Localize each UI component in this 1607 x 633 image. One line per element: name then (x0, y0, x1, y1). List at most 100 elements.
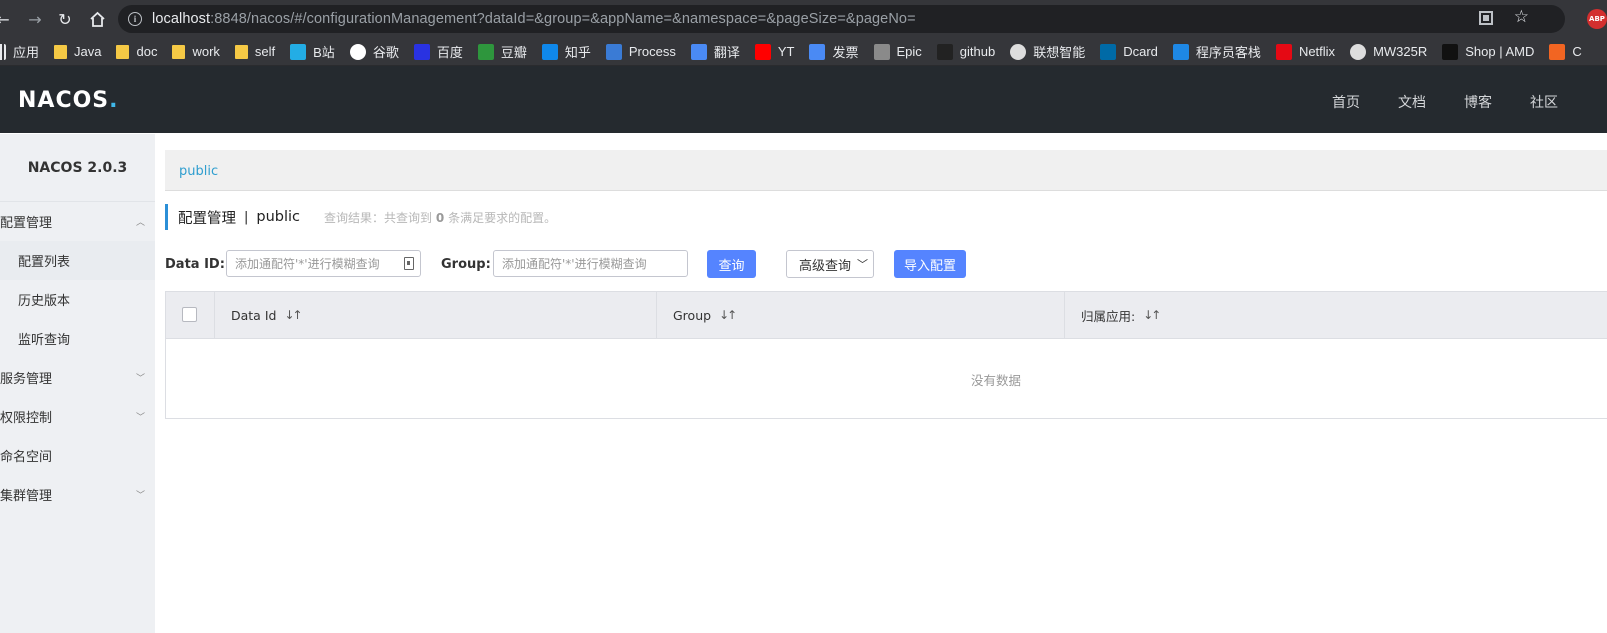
sort-icon[interactable]: ↓↑ (719, 308, 737, 322)
config-table: Data Id ↓↑ Group ↓↑ 归属应用: ↓↑ 没有数据 (165, 291, 1607, 419)
adblock-plus-icon[interactable]: ABP (1587, 9, 1607, 29)
site-info-icon[interactable]: i (128, 12, 142, 26)
nav-community[interactable]: 社区 (1530, 92, 1558, 112)
bookmark-label: 联想智能 (1033, 45, 1086, 60)
bookmark-item[interactable]: Epic (873, 43, 922, 60)
bookmark-item[interactable]: 翻译 (690, 42, 740, 61)
menu-namespace[interactable]: 命名空间 (0, 436, 155, 475)
url-text[interactable]: localhost:8848/nacos/#/configurationMana… (152, 11, 916, 27)
main-area: NACOS 2.0.3 配置管理 ︿ 配置列表 历史版本 监听查询 服务管理 ﹀… (0, 134, 1607, 633)
menu-config-list[interactable]: 配置列表 (0, 241, 155, 280)
bookmark-label: 程序员客栈 (1195, 45, 1261, 60)
forward-arrow-icon[interactable]: → (24, 8, 46, 30)
column-header-group[interactable]: Group ↓↑ (658, 292, 737, 338)
namespace-public-link[interactable]: public (179, 164, 218, 179)
logo-dot: . (109, 88, 119, 113)
bookmark-star-icon[interactable]: ☆ (1514, 7, 1529, 27)
zhihu-icon (541, 43, 558, 60)
github-icon (936, 43, 953, 60)
content-area: public 配置管理 | public 查询结果：共查询到 0 条满足要求的配… (165, 134, 1607, 633)
bookmark-item[interactable]: Dcard (1100, 43, 1158, 60)
nav-blog[interactable]: 博客 (1464, 92, 1492, 112)
group-input[interactable]: 添加通配符'*'进行模糊查询 (493, 250, 688, 277)
bookmark-item[interactable]: 发票 (809, 42, 859, 61)
bookmark-item[interactable]: MW325R (1350, 43, 1428, 60)
bookmark-label: Process (628, 44, 676, 59)
terminal-icon (1172, 43, 1189, 60)
query-result-text: 查询结果：共查询到 0 条满足要求的配置。 (324, 209, 556, 226)
folder-icon (234, 44, 248, 59)
advanced-query-button[interactable]: 高级查询 ﹀ (786, 250, 874, 278)
bookmark-label: MW325R (1373, 44, 1428, 59)
nav-docs[interactable]: 文档 (1398, 92, 1426, 112)
bookmark-item[interactable]: 程序员客栈 (1172, 42, 1261, 61)
bookmark-label: C (1572, 44, 1582, 59)
menu-config-management[interactable]: 配置管理 ︿ (0, 202, 155, 241)
bookmark-item[interactable]: B站 (290, 42, 335, 61)
bookmark-item[interactable]: 豆瓣 (477, 42, 527, 61)
app-header: NACOS. 首页 文档 博客 社区 (0, 66, 1607, 133)
bookmark-item[interactable]: work (172, 44, 220, 59)
menu-listener-query[interactable]: 监听查询 (0, 319, 155, 358)
select-all-checkbox[interactable] (182, 307, 197, 322)
column-label: 归属应用: (1081, 308, 1136, 324)
address-bar[interactable]: i localhost:8848/nacos/#/configurationMa… (118, 5, 1565, 33)
menu-namespace-label: 命名空间 (0, 450, 53, 465)
menu-cluster-management[interactable]: 集群管理 ﹀ (0, 475, 155, 514)
baidu-icon (413, 43, 430, 60)
nacos-logo[interactable]: NACOS. (18, 88, 119, 113)
bookmark-item[interactable]: doc (116, 44, 157, 59)
bookmark-item[interactable]: Shop | AMD (1442, 43, 1534, 60)
bookmark-label: B站 (313, 45, 335, 60)
data-id-input[interactable]: 添加通配符'*'进行模糊查询 (226, 250, 421, 277)
bookmark-item[interactable]: Process (605, 43, 676, 60)
version-title: NACOS 2.0.3 (0, 134, 155, 202)
sidebar: NACOS 2.0.3 配置管理 ︿ 配置列表 历史版本 监听查询 服务管理 ﹀… (0, 134, 155, 633)
nav-home[interactable]: 首页 (1332, 92, 1360, 112)
bookmark-item[interactable]: Java (54, 44, 101, 59)
bookmark-label: 谷歌 (372, 45, 399, 60)
bookmark-item[interactable]: 谷歌 (349, 42, 399, 61)
netflix-icon (1275, 43, 1292, 60)
reload-icon[interactable]: ↻ (54, 8, 76, 30)
globe-icon (1350, 43, 1367, 60)
bookmark-label: 豆瓣 (500, 45, 527, 60)
bookmark-item[interactable]: 应用 (0, 42, 39, 61)
bookmark-label: Epic (896, 44, 922, 59)
clipboard-icon[interactable] (404, 257, 414, 270)
bookmark-item[interactable]: 联想智能 (1010, 42, 1085, 61)
bookmark-item[interactable]: C (1549, 43, 1582, 60)
google-icon (349, 43, 366, 60)
youtube-icon (754, 43, 771, 60)
processon-icon (605, 43, 622, 60)
bookmarks-bar: 应用 Java doc work self B站 谷歌 百度 豆瓣 知乎 Process 翻译 YT 发票… (0, 38, 1607, 66)
sort-icon[interactable]: ↓↑ (1143, 308, 1161, 322)
bookmark-item[interactable]: YT (754, 43, 794, 60)
import-config-button[interactable]: 导入配置 (894, 250, 966, 278)
chevron-down-icon: ﹀ (135, 413, 145, 423)
sort-icon[interactable]: ↓↑ (284, 308, 302, 322)
folder-icon (54, 44, 68, 59)
menu-access-control[interactable]: 权限控制 ﹀ (0, 397, 155, 436)
menu-cluster-management-label: 集群管理 (0, 489, 53, 504)
amd-icon (1442, 43, 1459, 60)
back-arrow-icon[interactable]: ← (0, 8, 14, 30)
page-title: 配置管理 (178, 210, 236, 227)
column-header-data-id[interactable]: Data Id ↓↑ (216, 292, 303, 338)
folder-icon (116, 44, 130, 59)
empty-table-message: 没有数据 (970, 372, 1021, 388)
column-divider (656, 292, 657, 338)
qr-code-icon[interactable] (1479, 11, 1493, 25)
home-icon[interactable] (86, 8, 108, 30)
table-header: Data Id ↓↑ Group ↓↑ 归属应用: ↓↑ (166, 292, 1607, 339)
menu-history[interactable]: 历史版本 (0, 280, 155, 319)
column-header-app[interactable]: 归属应用: ↓↑ (1066, 292, 1161, 338)
search-button[interactable]: 查询 (707, 250, 756, 278)
bookmark-item[interactable]: github (936, 43, 995, 60)
bookmark-item[interactable]: Netflix (1275, 43, 1335, 60)
chevron-down-icon: ﹀ (135, 491, 145, 501)
bookmark-item[interactable]: 知乎 (541, 42, 591, 61)
bookmark-item[interactable]: self (234, 44, 275, 59)
menu-service-management[interactable]: 服务管理 ﹀ (0, 358, 155, 397)
bookmark-item[interactable]: 百度 (413, 42, 463, 61)
